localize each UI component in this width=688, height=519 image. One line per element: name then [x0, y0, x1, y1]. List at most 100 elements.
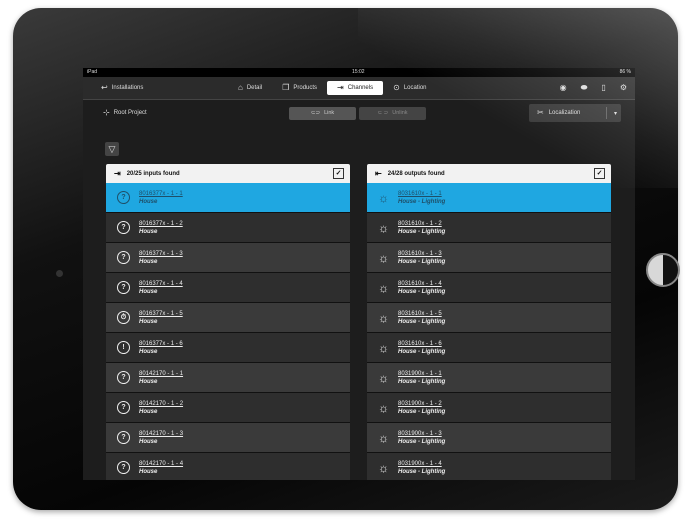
output-item-code: 8031610x - 1 - 5 — [398, 310, 442, 317]
toolbar-right-actions: ◉ ⬬ ▯ ⚙ — [560, 84, 627, 92]
input-item-code: 8016377x - 1 - 4 — [139, 280, 183, 287]
tab-products-label: Products — [293, 85, 318, 91]
input-list-item[interactable]: ? 8016377x - 1 - 1 House — [106, 183, 350, 213]
input-list-item[interactable]: ? 8016377x - 1 - 3 House — [106, 243, 350, 273]
input-list-item[interactable]: ⏱ 8016377x - 1 - 5 House — [106, 303, 350, 333]
outputs-list: ☼ 8031610x - 1 - 1 House - Lighting ☼ 803161… — [367, 183, 611, 480]
wrench-icon: ✂ — [537, 108, 544, 117]
output-list-item[interactable]: ☼ 8031610x - 1 - 1 House - Lighting — [367, 183, 611, 213]
output-list-item[interactable]: ☼ 8031900x - 1 - 4 House - Lighting — [367, 453, 611, 480]
location-pin-icon: ⊙ — [393, 83, 400, 92]
unknown-device-icon: ? — [117, 281, 130, 294]
output-item-location: House - Lighting — [398, 318, 446, 325]
link-icon: ⊂⊃ — [310, 110, 321, 116]
tab-detail-label: Detail — [246, 85, 263, 91]
home-button[interactable] — [646, 253, 680, 287]
input-item-location: House — [139, 288, 158, 295]
outputs-panel: ⇤ 24/28 outputs found ✓ ☼ 8031610x - 1 - … — [367, 164, 611, 480]
outputs-select-all-checkbox[interactable]: ✓ — [594, 168, 605, 179]
settings-gear-icon[interactable]: ⚙ — [620, 84, 627, 92]
output-item-code: 8031900x - 1 - 4 — [398, 460, 442, 467]
localization-dropdown[interactable]: ✂ Localization ▾ — [529, 104, 621, 122]
root-project-label: Root Project — [113, 110, 147, 116]
output-item-location: House - Lighting — [398, 258, 446, 265]
inputs-header: ⇥ 20/25 inputs found ✓ — [106, 164, 350, 183]
unknown-device-icon: ? — [117, 191, 130, 204]
eye-icon[interactable]: ◉ — [560, 84, 567, 92]
input-list-item[interactable]: ? 80142170 - 1 - 2 House — [106, 393, 350, 423]
unlink-button[interactable]: ⊂ ⊃ Unlink — [359, 106, 426, 120]
link-toggle-icon[interactable]: ⬬ — [581, 84, 588, 92]
localization-label: Localization — [548, 110, 581, 116]
input-item-location: House — [139, 468, 158, 475]
input-item-text: 8016377x - 1 - 4 House — [139, 280, 183, 296]
input-item-code: 8016377x - 1 - 5 — [139, 310, 183, 317]
tab-channels-label: Channels — [347, 85, 374, 91]
clock: 15:02 — [352, 69, 365, 75]
divider — [606, 107, 607, 119]
unknown-device-icon: ? — [117, 251, 130, 264]
input-item-text: 80142170 - 1 - 3 House — [139, 430, 183, 446]
tab-channels[interactable]: ⇥ Channels — [327, 81, 384, 95]
output-item-text: 8031900x - 1 - 4 House - Lighting — [398, 460, 445, 476]
dropdown-arrow-icon: ▾ — [613, 110, 617, 117]
products-icon: ❐ — [282, 83, 290, 92]
input-list-item[interactable]: ! 8016377x - 1 - 6 House — [106, 333, 350, 363]
root-project-selector[interactable]: ⊹ Root Project — [103, 109, 147, 117]
light-bulb-icon: ☼ — [378, 310, 389, 325]
output-item-text: 8031900x - 1 - 3 House - Lighting — [398, 430, 445, 446]
tree-icon: ⊹ — [103, 108, 110, 117]
output-item-location: House - Lighting — [398, 228, 446, 235]
filter-funnel-icon: ▽ — [108, 144, 116, 154]
input-item-location: House — [139, 258, 158, 265]
link-label: Link — [324, 110, 335, 116]
light-bulb-icon: ☼ — [378, 430, 389, 445]
input-item-code: 80142170 - 1 - 2 — [139, 400, 184, 407]
output-item-location: House - Lighting — [398, 288, 446, 295]
status-bar: iPad 15:02 86 % — [83, 68, 635, 77]
document-icon[interactable]: ▯ — [601, 84, 605, 92]
output-list-item[interactable]: ☼ 8031900x - 1 - 1 House - Lighting — [367, 363, 611, 393]
installations-label: Installations — [111, 85, 144, 91]
output-item-text: 8031900x - 1 - 1 House - Lighting — [398, 370, 445, 386]
input-item-text: 8016377x - 1 - 5 House — [139, 310, 183, 326]
input-list-item[interactable]: ? 80142170 - 1 - 4 House — [106, 453, 350, 480]
output-item-text: 8031610x - 1 - 5 House - Lighting — [398, 310, 445, 326]
input-list-item[interactable]: ? 80142170 - 1 - 3 House — [106, 423, 350, 453]
output-item-code: 8031610x - 1 - 1 — [398, 190, 442, 197]
tab-location[interactable]: ⊙ Location — [383, 81, 436, 95]
output-item-code: 8031610x - 1 - 3 — [398, 250, 442, 257]
unknown-device-icon: ? — [117, 431, 130, 444]
input-item-location: House — [139, 198, 158, 205]
output-list-item[interactable]: ☼ 8031610x - 1 - 5 House - Lighting — [367, 303, 611, 333]
input-list-item[interactable]: ? 8016377x - 1 - 2 House — [106, 213, 350, 243]
output-list-item[interactable]: ☼ 8031610x - 1 - 4 House - Lighting — [367, 273, 611, 303]
inputs-panel: ⇥ 20/25 inputs found ✓ ? 8016377x - 1 - 1… — [106, 164, 350, 480]
input-item-text: 8016377x - 1 - 1 House — [139, 190, 183, 206]
unlink-label: Unlink — [392, 110, 408, 116]
output-list-item[interactable]: ☼ 8031900x - 1 - 2 House - Lighting — [367, 393, 611, 423]
filter-button[interactable]: ▽ — [105, 142, 119, 156]
input-list-item[interactable]: ? 80142170 - 1 - 1 House — [106, 363, 350, 393]
output-list-item[interactable]: ☼ 8031610x - 1 - 3 House - Lighting — [367, 243, 611, 273]
tab-location-label: Location — [403, 85, 427, 91]
output-channel-icon: ⇤ — [375, 168, 382, 178]
output-item-code: 8031900x - 1 - 2 — [398, 400, 442, 407]
input-item-text: 8016377x - 1 - 3 House — [139, 250, 183, 266]
light-bulb-icon: ☼ — [378, 460, 389, 475]
link-button[interactable]: ⊂⊃ Link — [289, 106, 356, 120]
alert-icon: ! — [117, 341, 130, 354]
inputs-count: 20/25 inputs found — [126, 170, 180, 177]
output-item-text: 8031610x - 1 - 2 House - Lighting — [398, 220, 445, 236]
output-list-item[interactable]: ☼ 8031610x - 1 - 6 House - Lighting — [367, 333, 611, 363]
input-list-item[interactable]: ? 8016377x - 1 - 4 House — [106, 273, 350, 303]
installations-back-button[interactable]: ↩ Installations — [83, 84, 221, 92]
light-bulb-icon: ☼ — [378, 220, 389, 235]
output-list-item[interactable]: ☼ 8031610x - 1 - 2 House - Lighting — [367, 213, 611, 243]
inputs-select-all-checkbox[interactable]: ✓ — [333, 168, 344, 179]
unknown-device-icon: ? — [117, 371, 130, 384]
app-screen: iPad 15:02 86 % ↩ Installations ⌂ Detail… — [83, 68, 635, 480]
tab-products[interactable]: ❐ Products — [272, 81, 327, 95]
output-list-item[interactable]: ☼ 8031900x - 1 - 3 House - Lighting — [367, 423, 611, 453]
tab-detail[interactable]: ⌂ Detail — [228, 81, 272, 95]
